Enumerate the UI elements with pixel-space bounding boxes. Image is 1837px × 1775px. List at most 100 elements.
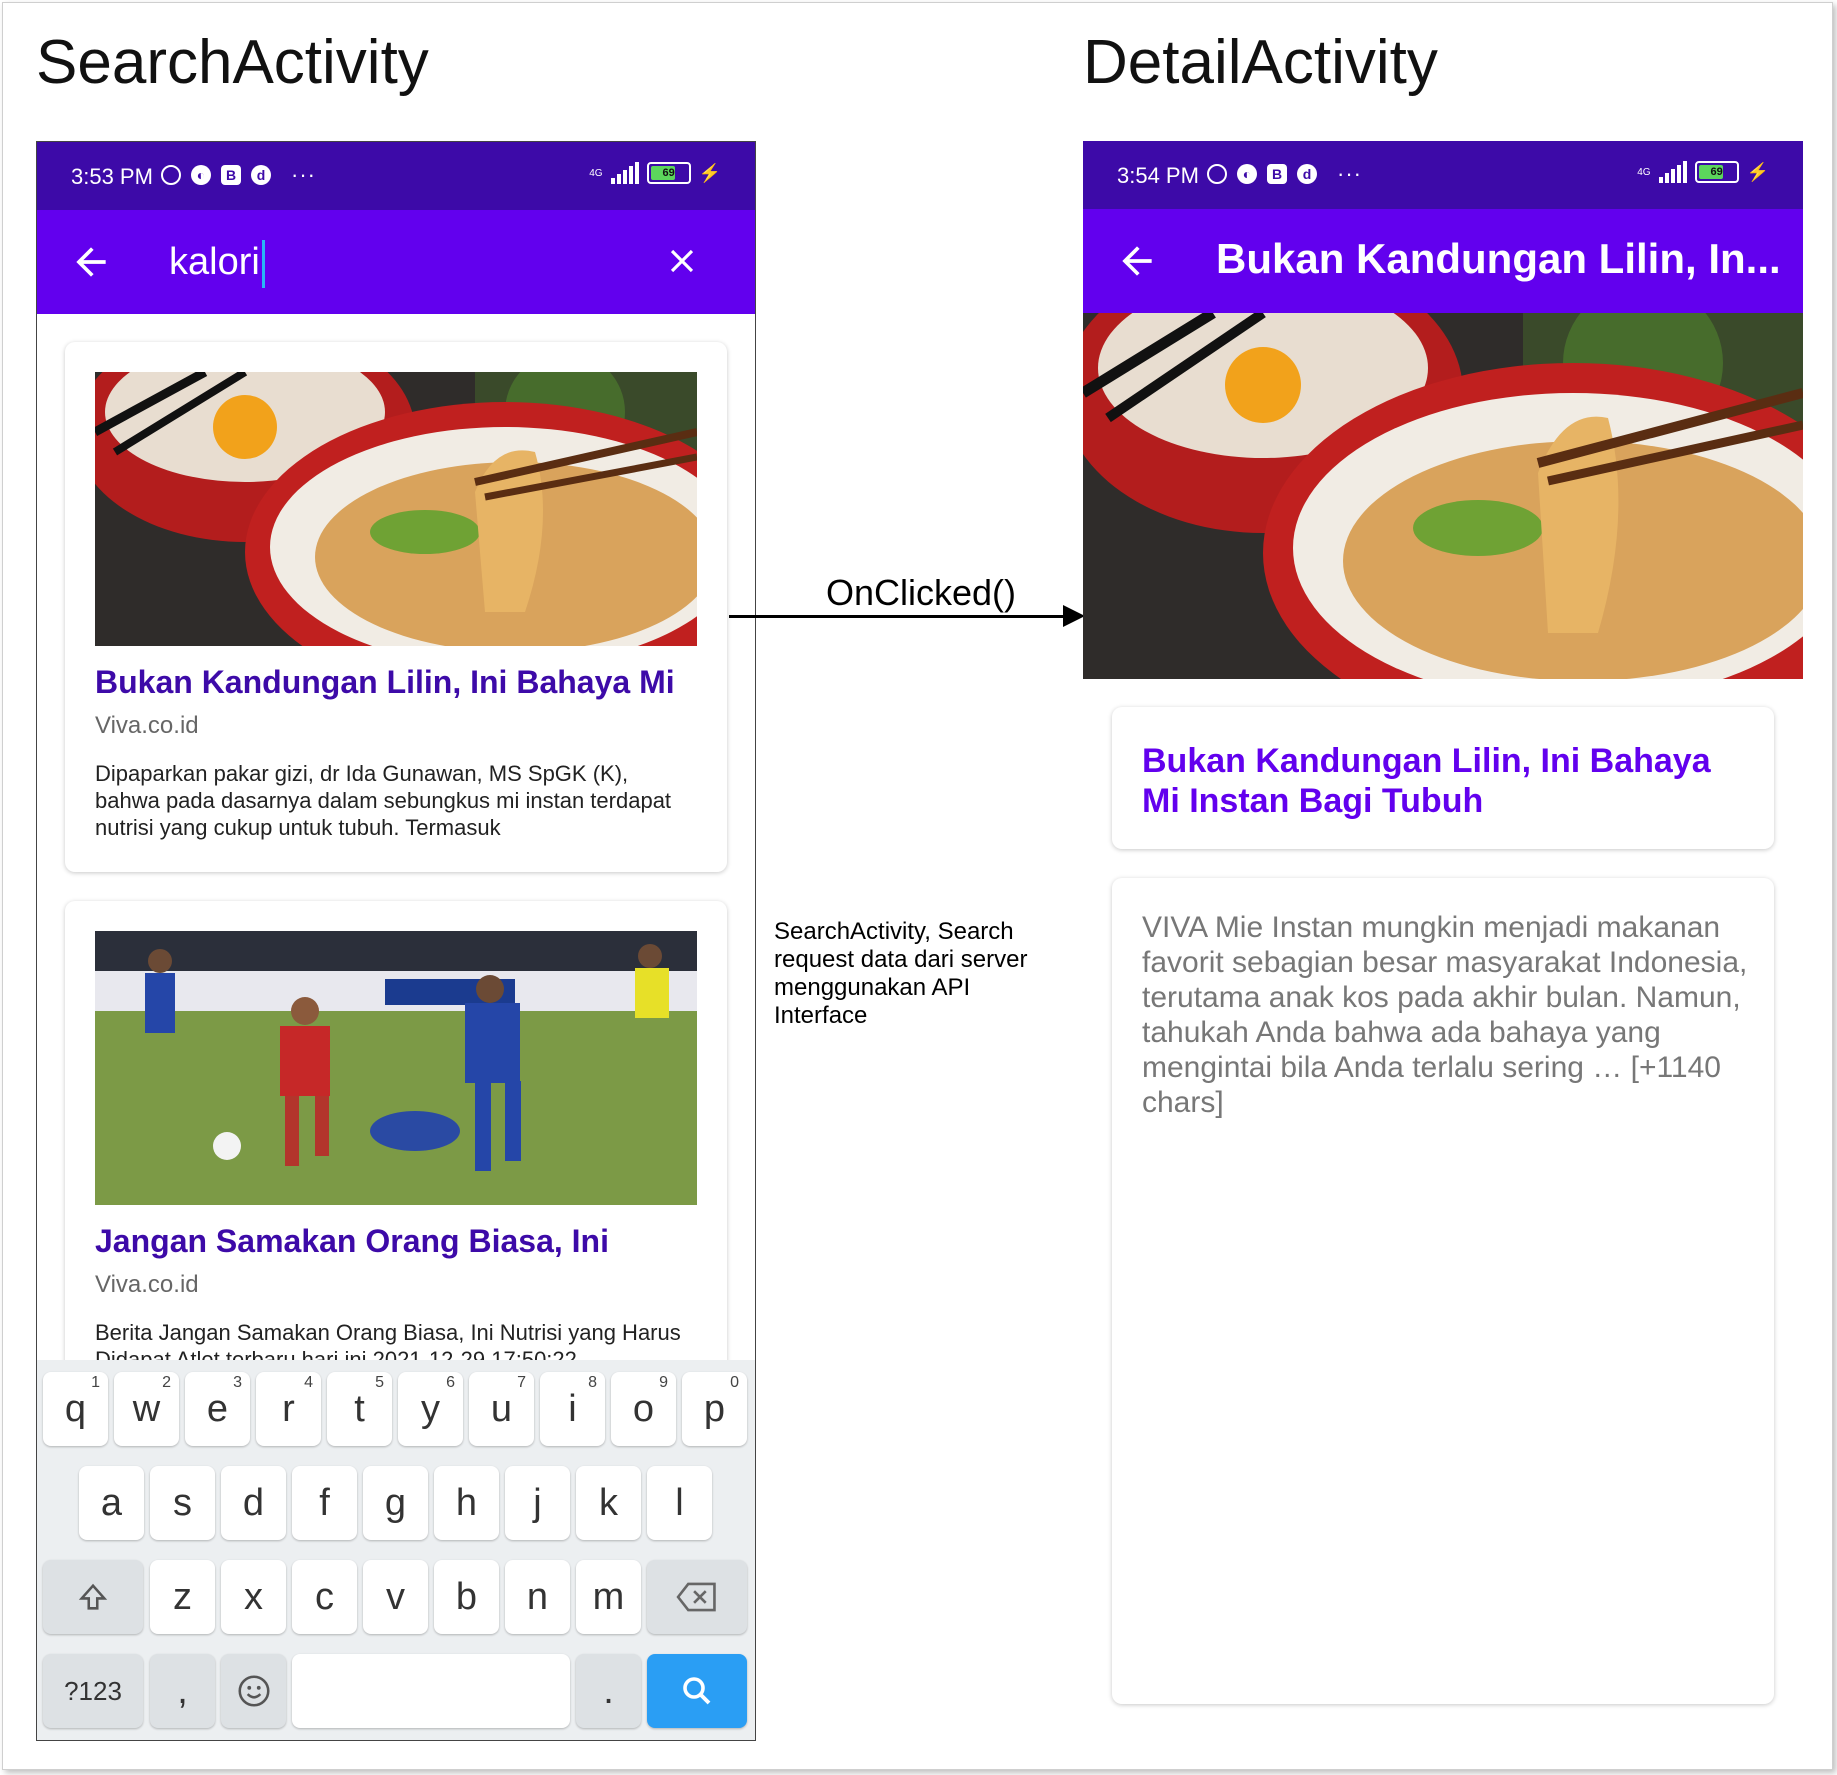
key-s[interactable]: s <box>150 1466 215 1540</box>
status-time: 3:54 PM <box>1117 163 1199 188</box>
key-hint: 2 <box>162 1374 171 1391</box>
arrow-label: OnClicked() <box>826 572 1017 613</box>
search-icon <box>683 1677 711 1705</box>
more-notifications-icon: ··· <box>291 162 316 187</box>
key-hint: 5 <box>375 1374 384 1391</box>
key-g[interactable]: g <box>363 1466 428 1540</box>
key-hint: 7 <box>517 1374 526 1391</box>
transition-arrow-line <box>729 615 1069 618</box>
signal-icon <box>1658 161 1687 183</box>
key-label: u <box>490 1387 513 1430</box>
key-hint: 1 <box>91 1374 100 1391</box>
alarm-icon <box>161 165 181 185</box>
key-d[interactable]: d <box>221 1466 286 1540</box>
article-title: Bukan Kandungan Lilin, Ini Bahaya Mi Ins… <box>1142 742 1711 820</box>
article-title-card: Bukan Kandungan Lilin, Ini Bahaya Mi Ins… <box>1112 707 1774 849</box>
b-app-icon: B <box>221 165 241 185</box>
clear-search-icon[interactable] <box>663 242 701 280</box>
signal-icon <box>610 162 639 184</box>
transition-arrow-head <box>1063 605 1085 627</box>
key-k[interactable]: k <box>576 1466 641 1540</box>
d-app-icon: d <box>251 165 271 185</box>
detail-app-bar: Bukan Kandungan Lilin, In... <box>1083 209 1803 313</box>
space-key[interactable] <box>292 1654 570 1728</box>
charging-icon: ⚡ <box>1746 161 1769 182</box>
alarm-icon <box>1207 164 1227 184</box>
key-u[interactable]: u7 <box>469 1372 534 1446</box>
news-source: Viva.co.id <box>95 1271 199 1298</box>
key-w[interactable]: w2 <box>114 1372 179 1446</box>
news-description: Dipaparkan pakar gizi, dr Ida Gunawan, M… <box>95 761 672 840</box>
key-y[interactable]: y6 <box>398 1372 463 1446</box>
text-cursor <box>261 240 265 288</box>
news-title: Bukan Kandungan Lilin, Ini Bahaya Mi <box>95 664 675 700</box>
key-label: r <box>282 1387 295 1430</box>
key-r[interactable]: r4 <box>256 1372 321 1446</box>
key-l[interactable]: l <box>647 1466 712 1540</box>
key-x[interactable]: x <box>221 1560 286 1634</box>
search-key[interactable] <box>647 1654 747 1728</box>
article-body: VIVA Mie Instan mungkin menjadi makanan … <box>1142 911 1748 1119</box>
key-q[interactable]: q1 <box>43 1372 108 1446</box>
key-hint: 6 <box>446 1374 455 1391</box>
key-b[interactable]: b <box>434 1560 499 1634</box>
period-key[interactable]: . <box>576 1654 641 1728</box>
search-app-bar: kalori <box>37 210 755 314</box>
key-label: y <box>421 1387 440 1430</box>
search-activity-note: SearchActivity, Search request data dari… <box>774 918 1028 1029</box>
b-app-icon: B <box>1267 164 1287 184</box>
network-type: 4G <box>1637 166 1651 178</box>
search-activity-heading: SearchActivity <box>36 28 429 97</box>
app-notification-icon: ◐ <box>191 165 211 185</box>
symbols-key[interactable]: ?123 <box>43 1654 143 1728</box>
key-label: q <box>64 1387 87 1430</box>
shift-icon <box>78 1583 108 1610</box>
more-notifications-icon: ··· <box>1337 161 1362 186</box>
back-arrow-icon[interactable] <box>1115 239 1159 283</box>
news-card-1[interactable]: Bukan Kandungan Lilin, Ini Bahaya Mi Viv… <box>65 342 727 872</box>
emoji-icon <box>237 1675 270 1707</box>
key-a[interactable]: a <box>79 1466 144 1540</box>
battery-icon: 69 <box>646 162 691 184</box>
charging-icon: ⚡ <box>698 162 721 183</box>
status-right: 4G 69 ⚡ <box>1637 161 1769 183</box>
detail-app-bar-title: Bukan Kandungan Lilin, In... <box>1216 235 1781 282</box>
key-m[interactable]: m <box>576 1560 641 1634</box>
key-c[interactable]: c <box>292 1560 357 1634</box>
network-type: 4G <box>589 167 603 179</box>
key-label: e <box>206 1387 229 1430</box>
key-z[interactable]: z <box>150 1560 215 1634</box>
search-activity-screen: 3:53 PM ◐ B d ··· 4G 69 ⚡ kalori Bukan K… <box>36 141 756 1741</box>
key-t[interactable]: t5 <box>327 1372 392 1446</box>
key-hint: 8 <box>588 1374 597 1391</box>
key-hint: 3 <box>233 1374 242 1391</box>
key-o[interactable]: o9 <box>611 1372 676 1446</box>
emoji-key[interactable] <box>221 1654 286 1728</box>
comma-key[interactable]: , <box>150 1654 215 1728</box>
status-right: 4G 69 ⚡ <box>589 162 721 184</box>
key-j[interactable]: j <box>505 1466 570 1540</box>
key-i[interactable]: i8 <box>540 1372 605 1446</box>
search-input[interactable]: kalori <box>169 240 265 288</box>
key-v[interactable]: v <box>363 1560 428 1634</box>
backspace-key[interactable] <box>647 1560 747 1634</box>
key-h[interactable]: h <box>434 1466 499 1540</box>
status-time: 3:53 PM <box>71 164 153 189</box>
shift-key[interactable] <box>43 1560 143 1634</box>
key-f[interactable]: f <box>292 1466 357 1540</box>
status-icons: ◐ B d ··· <box>161 162 316 188</box>
news-source: Viva.co.id <box>95 712 199 739</box>
key-e[interactable]: e3 <box>185 1372 250 1446</box>
noodle-bowl-photo <box>1083 313 1803 679</box>
key-p[interactable]: p0 <box>682 1372 747 1446</box>
detail-activity-heading: DetailActivity <box>1083 28 1438 97</box>
news-card-2[interactable]: Jangan Samakan Orang Biasa, Ini Viva.co.… <box>65 901 727 1431</box>
backspace-icon <box>676 1582 716 1612</box>
football-match-photo <box>95 931 697 1205</box>
back-arrow-icon[interactable] <box>69 240 113 284</box>
app-notification-icon: ◐ <box>1237 164 1257 184</box>
soft-keyboard: q1 w2 e3 r4 t5 y6 u7 i8 o9 p0 a s d f g … <box>37 1360 755 1740</box>
status-bar: 3:53 PM ◐ B d ··· 4G 69 ⚡ <box>37 142 755 210</box>
key-n[interactable]: n <box>505 1560 570 1634</box>
key-hint: 0 <box>730 1374 739 1391</box>
